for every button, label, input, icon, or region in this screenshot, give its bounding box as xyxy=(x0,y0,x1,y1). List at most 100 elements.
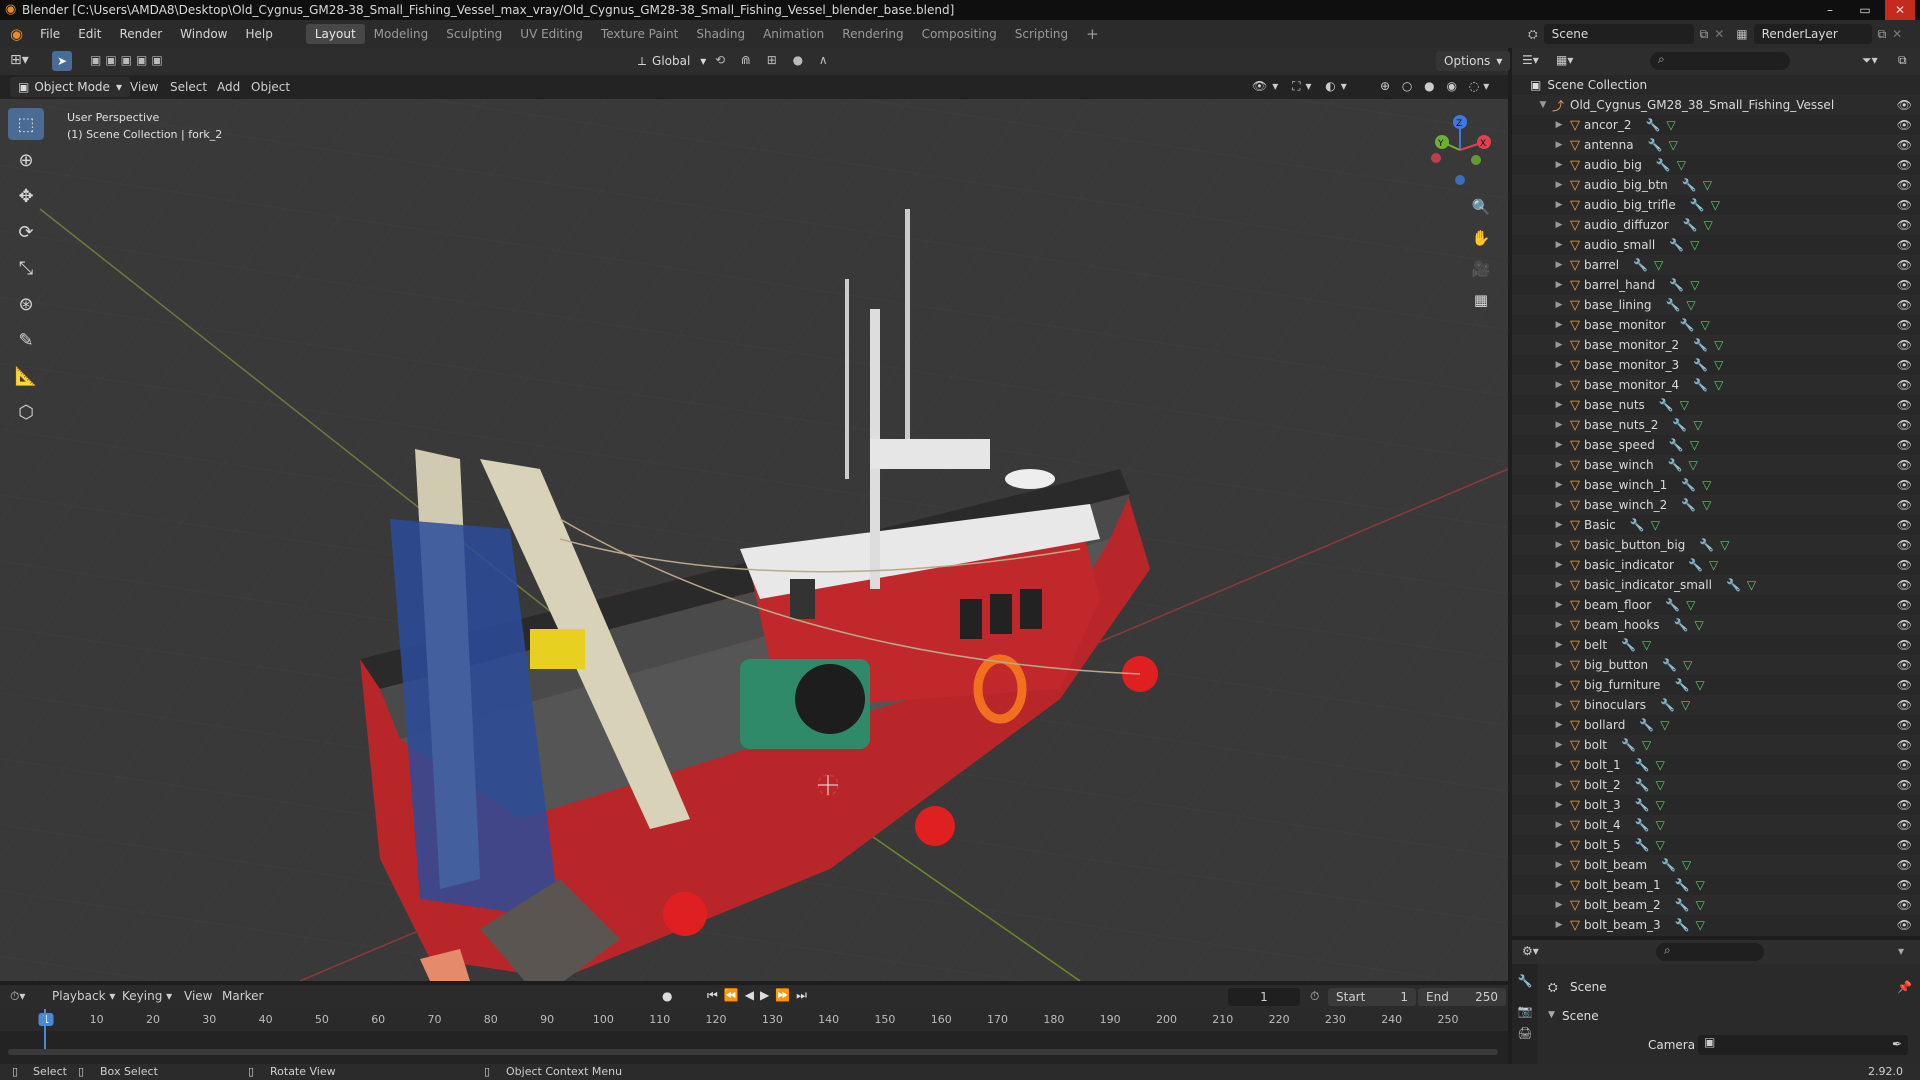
modifier-wrench-icon[interactable]: 🔧 xyxy=(1674,678,1689,692)
navigation-gizmo[interactable]: Z X Y xyxy=(1420,110,1500,200)
mesh-data-icon[interactable]: ▽ xyxy=(1656,758,1665,772)
blender-menu-icon[interactable]: ◉ xyxy=(0,25,31,43)
eye-icon[interactable]: 👁 xyxy=(1897,378,1912,392)
expand-right-icon[interactable]: ▶ xyxy=(1552,300,1566,310)
mesh-data-icon[interactable]: ▽ xyxy=(1660,718,1669,732)
mesh-data-icon[interactable]: ▽ xyxy=(1682,858,1691,872)
eye-icon[interactable]: 👁 xyxy=(1897,518,1912,532)
expand-right-icon[interactable]: ▶ xyxy=(1552,600,1566,610)
expand-right-icon[interactable]: ▶ xyxy=(1552,520,1566,530)
outliner-item[interactable]: ▶ ▽ base_winch_1 🔧 ▽ 👁 xyxy=(1512,475,1920,495)
mesh-data-icon[interactable]: ▽ xyxy=(1702,478,1711,492)
expand-right-icon[interactable]: ▶ xyxy=(1552,180,1566,190)
eye-icon[interactable]: 👁 xyxy=(1897,738,1912,752)
selection-mode-icons[interactable]: ▣▣▣▣▣ xyxy=(90,53,167,67)
eye-icon[interactable]: 👁 xyxy=(1897,878,1912,892)
eye-icon[interactable]: 👁 xyxy=(1897,778,1912,792)
move-tool[interactable]: ✥ xyxy=(8,180,44,212)
expand-right-icon[interactable]: ▶ xyxy=(1552,620,1566,630)
mesh-data-icon[interactable]: ▽ xyxy=(1690,238,1699,252)
timeline[interactable]: 1 10 20 30 40 50 60 70 80 90 100 110 120 130 140 150 160… xyxy=(0,1009,1508,1064)
mesh-data-icon[interactable]: ▽ xyxy=(1714,358,1723,372)
outliner-item[interactable]: ▶ ▽ audio_small 🔧 ▽ 👁 xyxy=(1512,235,1920,255)
menu-file[interactable]: File xyxy=(31,27,69,41)
outliner-item[interactable]: ▶ ▽ base_monitor_3 🔧 ▽ 👁 xyxy=(1512,355,1920,375)
properties-editor-icon[interactable]: ⚙▾ xyxy=(1522,944,1539,958)
modifier-wrench-icon[interactable]: 🔧 xyxy=(1680,318,1695,332)
select-box-tool[interactable]: ⬚ xyxy=(8,108,44,140)
editor-type-icon[interactable]: ⊞▾ xyxy=(10,52,29,68)
outliner-item[interactable]: ▶ ▽ base_nuts_2 🔧 ▽ 👁 xyxy=(1512,415,1920,435)
properties-options-icon[interactable]: ▾ xyxy=(1898,944,1904,958)
modifier-wrench-icon[interactable]: 🔧 xyxy=(1621,638,1636,652)
eye-icon[interactable]: 👁 xyxy=(1897,658,1912,672)
outliner-item[interactable]: ▶ ▽ bolt_beam_2 🔧 ▽ 👁 xyxy=(1512,895,1920,915)
mesh-data-icon[interactable]: ▽ xyxy=(1690,278,1699,292)
eye-icon[interactable]: 👁 xyxy=(1897,838,1912,852)
display-mode-icon[interactable]: ▦▾ xyxy=(1556,53,1573,67)
expand-right-icon[interactable]: ▶ xyxy=(1552,200,1566,210)
mesh-data-icon[interactable]: ▽ xyxy=(1666,118,1675,132)
timeline-editor-icon[interactable]: ⏱▾ xyxy=(10,989,25,1004)
modifier-wrench-icon[interactable]: 🔧 xyxy=(1661,858,1676,872)
eye-icon[interactable]: 👁 xyxy=(1897,318,1912,332)
zoom-icon[interactable]: 🔍 xyxy=(1467,193,1495,221)
delete-renderlayer-icon[interactable]: ✕ xyxy=(1892,27,1902,41)
modifier-wrench-icon[interactable]: 🔧 xyxy=(1675,898,1690,912)
outliner-item[interactable]: ▶ ▽ bolt_1 🔧 ▽ 👁 xyxy=(1512,755,1920,775)
modifier-wrench-icon[interactable]: 🔧 xyxy=(1726,578,1741,592)
outliner-item[interactable]: ▶ ▽ basic_button_big 🔧 ▽ 👁 xyxy=(1512,535,1920,555)
expand-right-icon[interactable]: ▶ xyxy=(1552,160,1566,170)
close-icon[interactable]: ✕ xyxy=(1885,0,1915,20)
outliner-item[interactable]: ▶ ▽ base_winch_2 🔧 ▽ 👁 xyxy=(1512,495,1920,515)
modifier-wrench-icon[interactable]: 🔧 xyxy=(1675,878,1690,892)
tool-tab-icon[interactable]: 🔧 xyxy=(1512,974,1538,988)
outliner-item[interactable]: ▶ ▽ beam_floor 🔧 ▽ 👁 xyxy=(1512,595,1920,615)
viewport-menu-select[interactable]: Select xyxy=(170,80,207,94)
mesh-data-icon[interactable]: ▽ xyxy=(1690,438,1699,452)
expand-right-icon[interactable]: ▶ xyxy=(1552,320,1566,330)
outliner-item[interactable]: ▶ ▽ Basic 🔧 ▽ 👁 xyxy=(1512,515,1920,535)
mesh-data-icon[interactable]: ▽ xyxy=(1656,778,1665,792)
end-frame-field[interactable]: End 250 xyxy=(1418,988,1506,1006)
tab-texture-paint[interactable]: Texture Paint xyxy=(592,24,687,44)
outliner-item[interactable]: ▶ ▽ belt 🔧 ▽ 👁 xyxy=(1512,635,1920,655)
expand-right-icon[interactable]: ▶ xyxy=(1552,340,1566,350)
camera-view-icon[interactable]: 🎥 xyxy=(1467,255,1495,283)
eyedropper-icon[interactable]: ✒ xyxy=(1892,1037,1902,1051)
modifier-wrench-icon[interactable]: 🔧 xyxy=(1659,398,1674,412)
visibility-gizmo-icons[interactable]: 👁▾ ⛶▾ ◐▾ xyxy=(1252,79,1352,94)
mesh-data-icon[interactable]: ▽ xyxy=(1681,698,1690,712)
mesh-data-icon[interactable]: ▽ xyxy=(1686,298,1695,312)
timeline-menu-view[interactable]: View xyxy=(184,989,212,1003)
modifier-wrench-icon[interactable]: 🔧 xyxy=(1669,238,1684,252)
maximize-icon[interactable]: ▭ xyxy=(1850,0,1880,20)
record-icon[interactable]: ● xyxy=(662,989,672,1003)
transform-tool[interactable]: ⊛ xyxy=(8,288,44,320)
modifier-wrench-icon[interactable]: 🔧 xyxy=(1693,358,1708,372)
tab-modeling[interactable]: Modeling xyxy=(365,24,438,44)
modifier-wrench-icon[interactable]: 🔧 xyxy=(1662,658,1677,672)
properties-search-input[interactable]: ⌕ xyxy=(1656,943,1764,961)
timeline-menu-keying[interactable]: Keying ▾ xyxy=(122,989,172,1003)
expand-right-icon[interactable]: ▶ xyxy=(1552,780,1566,790)
outliner-item[interactable]: ▶ ▽ audio_diffuzor 🔧 ▽ 👁 xyxy=(1512,215,1920,235)
outliner-item[interactable]: ▶ ▽ beam_hooks 🔧 ▽ 👁 xyxy=(1512,615,1920,635)
modifier-wrench-icon[interactable]: 🔧 xyxy=(1693,338,1708,352)
modifier-wrench-icon[interactable]: 🔧 xyxy=(1668,458,1683,472)
eye-icon[interactable]: 👁 xyxy=(1897,698,1912,712)
eye-icon[interactable]: 👁 xyxy=(1897,158,1912,172)
expand-down-icon[interactable]: ▼ xyxy=(1536,100,1550,110)
annotate-tool[interactable]: ✎ xyxy=(8,324,44,356)
timeline-menu-marker[interactable]: Marker xyxy=(222,989,263,1003)
outliner-item[interactable]: ▶ ▽ base_lining 🔧 ▽ 👁 xyxy=(1512,295,1920,315)
expand-right-icon[interactable]: ▶ xyxy=(1552,820,1566,830)
outliner-item[interactable]: ▶ ▽ base_monitor_2 🔧 ▽ 👁 xyxy=(1512,335,1920,355)
expand-right-icon[interactable]: ▶ xyxy=(1552,400,1566,410)
eye-icon[interactable]: 👁 xyxy=(1897,498,1912,512)
renderlayer-selector[interactable]: RenderLayer xyxy=(1753,24,1872,44)
eye-icon[interactable]: 👁 xyxy=(1897,538,1912,552)
eye-icon[interactable]: 👁 xyxy=(1897,458,1912,472)
scene-selector[interactable]: Scene xyxy=(1543,24,1694,44)
mesh-data-icon[interactable]: ▽ xyxy=(1703,178,1712,192)
